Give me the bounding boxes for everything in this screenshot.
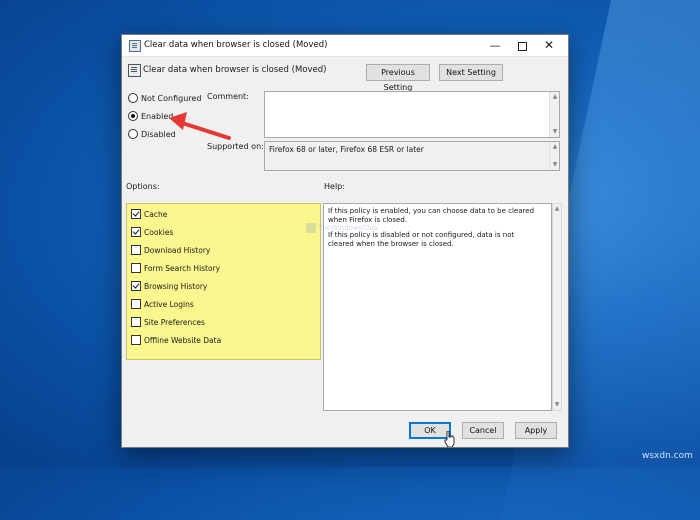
radio-button[interactable] [128, 129, 138, 139]
scroll-up-icon[interactable]: ▲ [550, 142, 560, 152]
watermark-text: TheWindowsClub [318, 224, 378, 232]
radio-button[interactable] [128, 93, 138, 103]
option-download-history[interactable]: Download History [131, 245, 210, 257]
option-cookies[interactable]: Cookies [131, 227, 173, 239]
checkbox[interactable] [131, 263, 141, 273]
checkbox[interactable] [131, 245, 141, 255]
option-label: Download History [144, 245, 211, 255]
policy-dialog: Clear data when browser is closed (Moved… [121, 34, 569, 448]
comment-label: Comment: [207, 92, 249, 101]
scroll-down-icon[interactable]: ▼ [550, 160, 560, 170]
option-site-preferences[interactable]: Site Preferences [131, 317, 205, 329]
help-paragraph: If this policy is disabled or not config… [328, 231, 515, 248]
option-label: Form Search History [144, 263, 221, 273]
close-button[interactable]: ✕ [536, 35, 562, 56]
supported-scrollbar[interactable]: ▲ ▼ [549, 142, 559, 170]
scroll-down-icon[interactable]: ▼ [553, 400, 561, 410]
option-label: Cache [144, 209, 168, 219]
scroll-down-icon[interactable]: ▼ [550, 127, 560, 137]
radio-label: Not Configured [141, 93, 202, 103]
option-cache[interactable]: Cache [131, 209, 167, 221]
checkbox[interactable] [131, 281, 141, 291]
radio-button[interactable] [128, 111, 138, 121]
site-watermark: wsxdn.com [642, 451, 693, 461]
red-arrow-annotation-icon [169, 112, 231, 140]
policy-title: Clear data when browser is closed (Moved… [143, 65, 327, 75]
option-offline-website-data[interactable]: Offline Website Data [131, 335, 221, 347]
previous-setting-button[interactable]: Previous Setting [366, 64, 430, 92]
policy-app-icon [129, 40, 141, 52]
help-text-panel: If this policy is enabled, you can choos… [323, 203, 552, 411]
checkbox[interactable] [131, 227, 141, 237]
scroll-up-icon[interactable]: ▲ [550, 92, 560, 102]
option-label: Site Preferences [144, 317, 205, 327]
options-label: Options: [126, 182, 160, 191]
watermark: TheWindowsClub [306, 223, 378, 233]
minimize-button[interactable]: — [482, 35, 508, 56]
option-label: Offline Website Data [144, 335, 222, 345]
option-active-logins[interactable]: Active Logins [131, 299, 194, 311]
supported-on-value: Firefox 68 or later, Firefox 68 ESR or l… [269, 145, 424, 154]
supported-on-field: Firefox 68 or later, Firefox 68 ESR or l… [264, 141, 560, 171]
checkbox[interactable] [131, 299, 141, 309]
option-browsing-history[interactable]: Browsing History [131, 281, 207, 293]
next-setting-button[interactable]: Next Setting [439, 64, 503, 81]
checkbox[interactable] [131, 209, 141, 219]
title-bar[interactable]: Clear data when browser is closed (Moved… [122, 35, 568, 57]
apply-button[interactable]: Apply [515, 422, 557, 439]
mouse-cursor-icon [444, 431, 455, 447]
window-title: Clear data when browser is closed (Moved… [144, 40, 328, 50]
option-label: Cookies [144, 227, 174, 237]
checkbox[interactable] [131, 317, 141, 327]
comment-field[interactable]: ▲ ▼ [264, 91, 560, 138]
help-label: Help: [324, 182, 345, 191]
maximize-button[interactable] [509, 35, 535, 56]
policy-setting-icon [128, 64, 141, 77]
option-label: Browsing History [144, 281, 208, 291]
option-label: Active Logins [144, 299, 194, 309]
watermark-logo-icon [306, 223, 316, 233]
maximize-icon [517, 42, 527, 51]
cancel-button[interactable]: Cancel [462, 422, 504, 439]
comment-scrollbar[interactable]: ▲ ▼ [549, 92, 559, 137]
option-form-search-history[interactable]: Form Search History [131, 263, 220, 275]
checkbox[interactable] [131, 335, 141, 345]
options-panel: Cache Cookies Download History Form Sear… [126, 203, 321, 360]
help-scrollbar[interactable]: ▲ ▼ [552, 203, 562, 411]
radio-not-configured[interactable]: Not Configured [128, 93, 201, 105]
scroll-up-icon[interactable]: ▲ [553, 204, 561, 214]
